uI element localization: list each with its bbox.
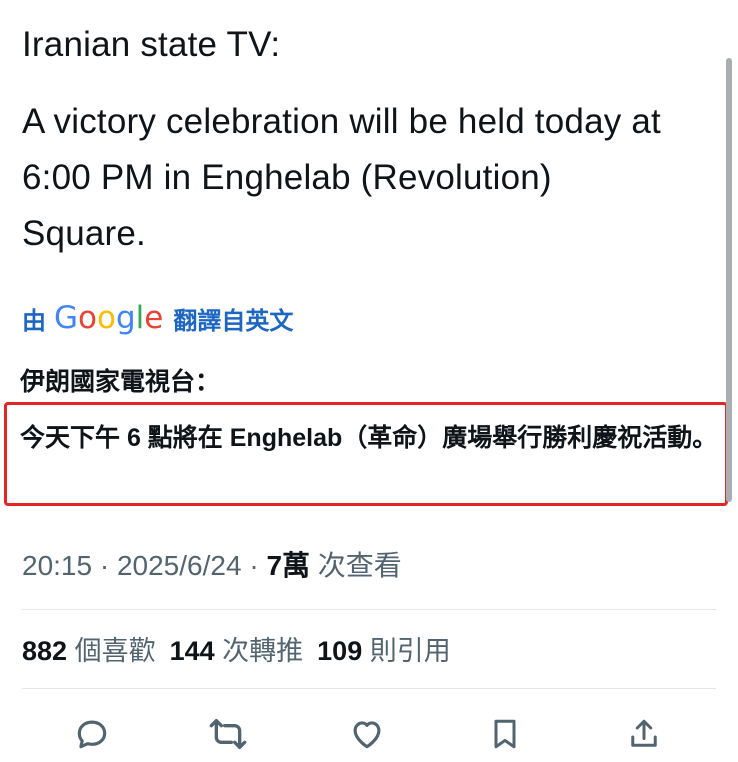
tweet-time[interactable]: 20:15 [22, 550, 92, 581]
view-count: 7萬 [266, 550, 311, 581]
share-button[interactable] [622, 712, 666, 756]
share-icon [631, 719, 657, 747]
tweet-title-original: Iranian state TV: [22, 25, 281, 64]
reply-icon [77, 720, 107, 749]
retweets-stat[interactable]: 144 次轉推 [170, 636, 304, 666]
tweet-action-bar [0, 706, 738, 762]
retweet-button[interactable] [206, 712, 250, 756]
bookmark-button[interactable] [483, 712, 527, 756]
likes-stat[interactable]: 882 個喜歡 [22, 636, 156, 666]
scrollbar-thumb[interactable] [726, 58, 732, 502]
divider [22, 609, 716, 610]
tweet-body-translated: 今天下午 6 點將在 Enghelab（革命）廣場舉行勝利慶祝活動。 [20, 424, 718, 452]
tweet-body-original: A victory celebration will be held today… [22, 102, 661, 253]
like-icon [353, 721, 381, 749]
view-count-label: 次查看 [310, 550, 402, 581]
translation-attribution[interactable]: 由 Google 翻譯自英文 [22, 298, 293, 338]
tweet-meta: 20:15 · 2025/6/24 · 7萬 次查看 [22, 550, 402, 581]
bookmark-icon [494, 719, 516, 749]
engagement-stats: 882 個喜歡 144 次轉推 109 則引用 [22, 632, 451, 670]
translation-by-label: 由 [22, 307, 46, 335]
tweet-date[interactable]: 2025/6/24 [117, 550, 242, 581]
google-logo: Google [54, 300, 164, 336]
divider [22, 688, 716, 689]
translation-source-label: 翻譯自英文 [173, 307, 294, 335]
tweet-title-translated: 伊朗國家電視台： [20, 368, 221, 396]
reply-button[interactable] [70, 712, 114, 756]
retweet-icon [209, 719, 247, 749]
quotes-stat[interactable]: 109 則引用 [317, 636, 451, 666]
like-button[interactable] [345, 712, 389, 756]
